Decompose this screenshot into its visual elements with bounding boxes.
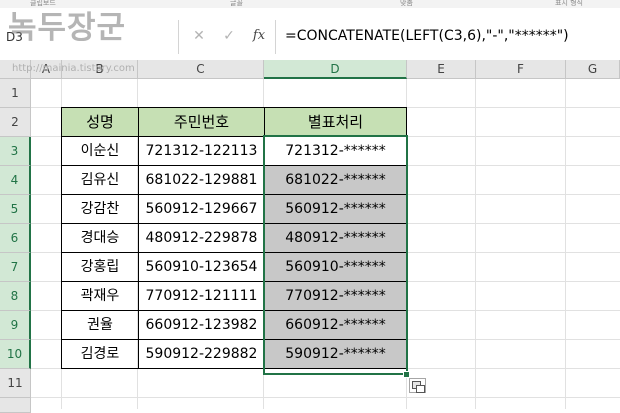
name-cell[interactable]: 권율 [61,310,139,340]
row-header-6[interactable]: 6 [0,224,31,253]
gridline [31,397,620,398]
watermark-title: 녹두장군 [8,10,127,46]
masked-cell-active[interactable]: 721312-****** [264,136,407,166]
masked-cell[interactable]: 560912-****** [264,194,407,224]
formula-bar-divider [275,20,276,54]
name-cell[interactable]: 김유신 [61,165,139,195]
formula-input[interactable]: =CONCATENATE(LEFT(C3,6),"-","******") [285,25,615,47]
header-cell-masked[interactable]: 별표처리 [264,107,407,137]
id-cell[interactable]: 560912-129667 [138,194,265,224]
watermark-url: http://mainia.tistory.com [12,63,135,74]
name-cell[interactable]: 김경로 [61,339,139,369]
worksheet-grid: A B C D E F G 1 2 3 4 5 6 7 8 9 10 11 성명… [0,60,620,413]
row-header-3[interactable]: 3 [0,137,31,166]
name-cell[interactable]: 강홍립 [61,252,139,282]
cancel-icon[interactable]: ✕ [190,26,208,46]
row-header-7[interactable]: 7 [0,253,31,282]
fill-handle[interactable] [403,371,410,378]
id-cell[interactable]: 480912-229878 [138,223,265,253]
column-header-g[interactable]: G [566,60,620,79]
clipboard-icon [416,385,425,393]
name-cell[interactable]: 강감찬 [61,194,139,224]
ribbon-group-label: 글꼴 [230,0,243,7]
row-header-2[interactable]: 2 [0,108,31,137]
row-header-9[interactable]: 9 [0,311,31,340]
id-cell[interactable]: 560910-123654 [138,252,265,282]
column-header-f[interactable]: F [476,60,566,79]
column-header-c[interactable]: C [138,60,264,79]
column-header-e[interactable]: E [407,60,476,79]
id-cell[interactable]: 660912-123982 [138,310,265,340]
gridline [565,79,566,409]
id-cell[interactable]: 681022-129881 [138,165,265,195]
masked-cell[interactable]: 590912-****** [264,339,407,369]
formula-bar-divider [178,20,179,54]
column-header-d[interactable]: D [264,60,407,79]
masked-cell[interactable]: 681022-****** [264,165,407,195]
masked-cell[interactable]: 560910-****** [264,252,407,282]
ribbon-group-label: 맞춤 [400,0,413,7]
header-cell-id[interactable]: 주민번호 [138,107,265,137]
name-cell[interactable]: 경대승 [61,223,139,253]
row-header-11[interactable]: 11 [0,369,31,398]
masked-cell[interactable]: 770912-****** [264,281,407,311]
name-cell[interactable]: 이순신 [61,136,139,166]
enter-icon[interactable]: ✓ [220,26,238,46]
header-cell-name[interactable]: 성명 [61,107,139,137]
paste-options-icon[interactable] [409,378,426,393]
name-cell[interactable]: 곽재우 [61,281,139,311]
insert-function-icon[interactable]: fx [250,26,268,46]
masked-cell[interactable]: 480912-****** [264,223,407,253]
id-cell[interactable]: 590912-229882 [138,339,265,369]
id-cell[interactable]: 721312-122113 [138,136,265,166]
row-header-10[interactable]: 10 [0,340,31,369]
row-header-1[interactable]: 1 [0,79,31,108]
masked-cell[interactable]: 660912-****** [264,310,407,340]
row-header-4[interactable]: 4 [0,166,31,195]
gridline [475,79,476,409]
row-header-12[interactable] [0,398,31,413]
row-header-8[interactable]: 8 [0,282,31,311]
ribbon-group-label: 표시 형식 [555,0,583,7]
row-header-5[interactable]: 5 [0,195,31,224]
id-cell[interactable]: 770912-121111 [138,281,265,311]
